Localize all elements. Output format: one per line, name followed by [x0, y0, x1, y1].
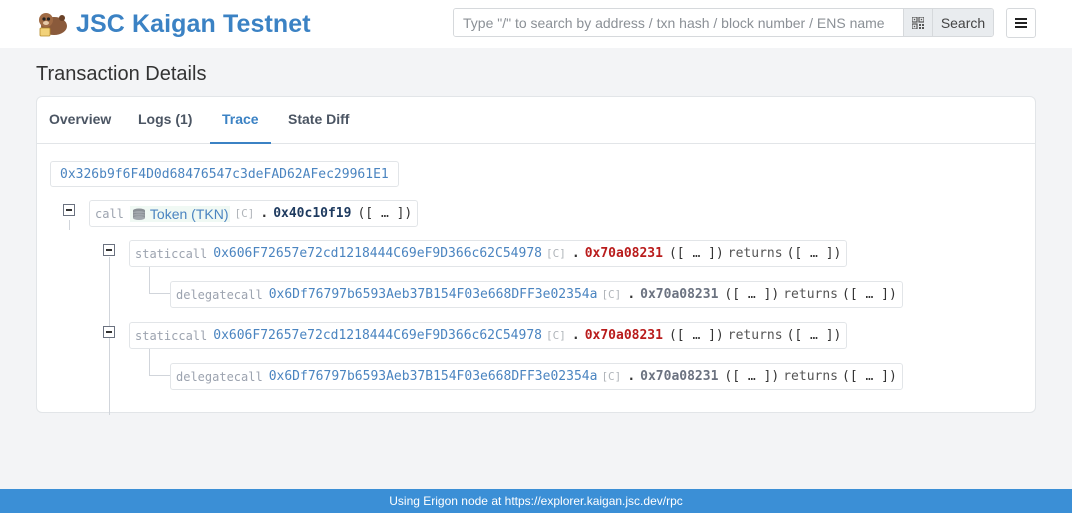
tab-state-diff[interactable]: State Diff: [288, 97, 349, 144]
address-link[interactable]: 0x606F72657e72cd1218444C69eF9D366c62C549…: [213, 328, 542, 343]
call-type: staticcall: [135, 246, 208, 261]
trace-node-staticcall: staticcall 0x606F72657e72cd1218444C69eF9…: [129, 322, 848, 349]
collapse-toggle-icon[interactable]: [63, 204, 75, 216]
contract-tag: [C]: [601, 288, 622, 301]
contract-tag: [C]: [601, 370, 622, 383]
tab-trace[interactable]: Trace: [210, 97, 271, 144]
collapse-toggle-icon[interactable]: [103, 244, 115, 256]
separator-dot: .: [571, 246, 580, 261]
brand-home-link[interactable]: JSC Kaigan Testnet: [36, 8, 311, 40]
call-type: staticcall: [135, 328, 208, 343]
page-title: Transaction Details: [36, 63, 207, 85]
trace-node-staticcall: staticcall 0x606F72657e72cd1218444C69eF9…: [129, 240, 848, 267]
footer-text: Using Erigon node at https://explorer.ka…: [389, 494, 683, 508]
qr-scan-button[interactable]: [903, 9, 932, 36]
token-link[interactable]: Token (TKN): [129, 205, 231, 222]
method-selector: 0x40c10f19: [273, 206, 352, 221]
call-type: call: [95, 206, 124, 221]
address-link[interactable]: 0x6Df76797b6593Aeb37B154F03e668DFF3e0235…: [269, 287, 598, 302]
hamburger-menu-icon: [1015, 18, 1027, 28]
call-args[interactable]: ([ … ]): [669, 246, 724, 261]
call-args[interactable]: ([ … ]): [357, 206, 412, 221]
separator-dot: .: [571, 328, 580, 343]
collapse-toggle-icon[interactable]: [103, 326, 115, 338]
returns-label: returns: [783, 369, 839, 384]
tree-line: [149, 293, 171, 294]
address-link[interactable]: 0x6Df76797b6593Aeb37B154F03e668DFF3e0235…: [269, 369, 598, 384]
trace-node-delegatecall: delegatecall 0x6Df76797b6593Aeb37B154F03…: [170, 363, 903, 390]
token-name: Token (TKN): [149, 205, 229, 222]
method-selector: 0x70a08231: [584, 328, 663, 343]
call-returns[interactable]: ([ … ]): [787, 328, 842, 343]
qr-code-icon: [912, 16, 924, 29]
tree-line: [149, 375, 171, 376]
call-args[interactable]: ([ … ]): [669, 328, 724, 343]
tab-logs[interactable]: Logs (1): [138, 97, 192, 144]
trace-node-delegatecall: delegatecall 0x6Df76797b6593Aeb37B154F03…: [170, 281, 903, 308]
separator-dot: .: [627, 369, 636, 384]
method-selector: 0x70a08231: [640, 369, 719, 384]
contract-tag: [C]: [545, 329, 566, 342]
returns-label: returns: [727, 328, 783, 343]
top-navbar: JSC Kaigan Testnet Search: [0, 0, 1072, 48]
brand-title: JSC Kaigan Testnet: [76, 9, 311, 38]
transaction-details-card: Overview Logs (1) Trace State Diff 0x326…: [36, 96, 1036, 415]
call-type: delegatecall: [176, 287, 263, 302]
trace-root-address[interactable]: 0x326b9f6F4D0d68476547c3deFAD62AFec29961…: [50, 161, 399, 187]
contract-tag: [C]: [545, 247, 566, 260]
main-menu-button[interactable]: [1006, 8, 1036, 38]
coins-icon: [132, 208, 145, 220]
call-args[interactable]: ([ … ]): [724, 287, 779, 302]
call-type: delegatecall: [176, 369, 263, 384]
separator-dot: .: [260, 206, 269, 221]
tab-overview[interactable]: Overview: [49, 97, 111, 144]
method-selector: 0x70a08231: [640, 287, 719, 302]
returns-label: returns: [783, 287, 839, 302]
tree-line: [69, 220, 70, 230]
search-bar: Search: [453, 8, 994, 37]
footer-status-bar: Using Erigon node at https://explorer.ka…: [0, 489, 1072, 513]
call-returns[interactable]: ([ … ]): [842, 369, 897, 384]
returns-label: returns: [727, 246, 783, 261]
address-link[interactable]: 0x606F72657e72cd1218444C69eF9D366c62C549…: [213, 246, 542, 261]
otter-logo-icon: [39, 13, 67, 37]
search-button[interactable]: Search: [932, 9, 993, 36]
separator-dot: .: [627, 287, 636, 302]
method-selector: 0x70a08231: [584, 246, 663, 261]
search-input[interactable]: [454, 9, 903, 36]
call-args[interactable]: ([ … ]): [724, 369, 779, 384]
call-returns[interactable]: ([ … ]): [842, 287, 897, 302]
tab-bar: Overview Logs (1) Trace State Diff: [37, 97, 1035, 144]
contract-tag: [C]: [234, 207, 255, 220]
trace-node-call: call Token (TKN) [C] . 0x40c10f19 ([ … ]…: [89, 200, 419, 227]
call-returns[interactable]: ([ … ]): [787, 246, 842, 261]
